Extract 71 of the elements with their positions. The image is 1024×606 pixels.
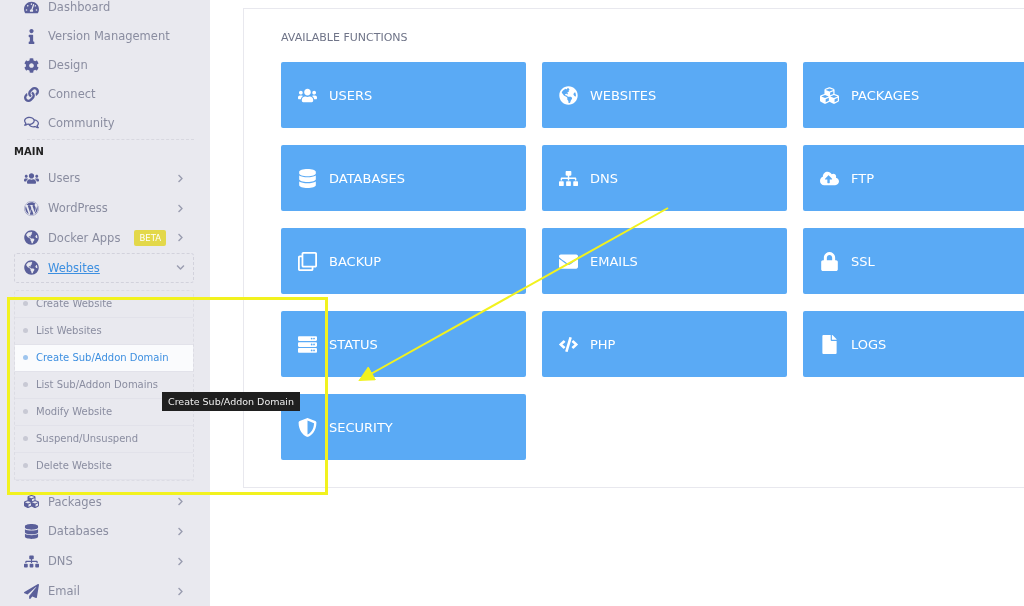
- function-tile[interactable]: FTP: [803, 145, 1024, 211]
- sidebar-item[interactable]: DNS: [14, 546, 194, 577]
- sidebar-item[interactable]: Docker Apps BETA: [14, 223, 194, 253]
- item-label: Databases: [48, 524, 110, 539]
- item-label: Docker Apps: [48, 230, 122, 245]
- beta-badge: BETA: [134, 229, 166, 246]
- tooltip: Create Sub/Addon Domain: [162, 392, 300, 411]
- copy-icon: [298, 251, 317, 271]
- submenu-item[interactable]: List Sub/Addon Domains: [15, 371, 163, 398]
- item-label: Design: [48, 58, 89, 73]
- sidebar-item[interactable]: Databases: [14, 516, 194, 547]
- function-tile[interactable]: USERS: [281, 62, 526, 128]
- sidebar-item[interactable]: Version Management: [14, 21, 194, 51]
- submenu-item[interactable]: Delete Website: [15, 452, 116, 479]
- dashboard-icon: [22, 0, 40, 15]
- submenu-item[interactable]: Suspend/Unsuspend: [15, 425, 143, 452]
- sidebar-item[interactable]: WordPress: [14, 193, 194, 224]
- globe-icon: [22, 230, 40, 246]
- function-tile[interactable]: EMAILS: [542, 228, 787, 294]
- code-icon: [559, 334, 578, 354]
- sitemap-icon: [22, 553, 40, 569]
- comments-icon: [22, 115, 40, 131]
- item-label: Packages: [48, 494, 103, 509]
- sidebar-item[interactable]: Websites: [14, 252, 194, 283]
- item-label: DNS: [48, 554, 74, 569]
- sidebar-item[interactable]: Packages: [14, 486, 194, 517]
- lock-icon: [820, 251, 839, 271]
- function-tile[interactable]: PHP: [542, 311, 787, 377]
- function-tile[interactable]: SSL: [803, 228, 1024, 294]
- cubes-icon: [22, 494, 40, 510]
- item-label: Community: [48, 115, 116, 130]
- item-label: Users: [48, 171, 82, 186]
- item-label: WordPress: [48, 201, 109, 216]
- link-icon: [22, 86, 40, 102]
- globe-icon: [559, 85, 578, 105]
- function-tile[interactable]: LOGS: [803, 311, 1024, 377]
- sidebar-item[interactable]: Design: [14, 50, 194, 80]
- item-label: Version Management: [48, 29, 171, 44]
- function-tile[interactable]: STATUS: [281, 311, 526, 377]
- database-icon: [298, 168, 317, 188]
- function-tile[interactable]: DNS: [542, 145, 787, 211]
- item-label: Dashboard: [48, 0, 112, 15]
- sidebar-item[interactable]: Email: [14, 576, 194, 606]
- item-label: Connect: [48, 87, 97, 102]
- settings-icon: [22, 57, 40, 73]
- sidebar-item[interactable]: Connect: [14, 79, 194, 109]
- submenu-item[interactable]: List Websites: [15, 317, 106, 344]
- sidebar-item[interactable]: Community: [14, 108, 194, 138]
- section-title: MAIN: [14, 145, 45, 160]
- server-icon: [298, 334, 317, 354]
- item-label: Websites: [48, 260, 101, 275]
- database-icon: [22, 523, 40, 539]
- submenu-item[interactable]: Create Sub/Addon Domain: [15, 344, 193, 371]
- function-tile[interactable]: PACKAGES: [803, 62, 1024, 128]
- file-icon: [820, 334, 839, 354]
- wordpress-icon: [22, 200, 40, 216]
- shield-icon: [298, 417, 317, 437]
- sidebar-item[interactable]: Dashboard: [14, 0, 194, 22]
- item-label: Email: [48, 584, 81, 599]
- cubes-icon: [820, 85, 839, 105]
- users-icon: [22, 170, 40, 186]
- function-tile[interactable]: DATABASES: [281, 145, 526, 211]
- sidebar-item[interactable]: Users: [14, 163, 194, 194]
- sitemap-icon: [559, 168, 578, 188]
- function-tile[interactable]: BACKUP: [281, 228, 526, 294]
- section-heading: AVAILABLE FUNCTIONS: [281, 31, 409, 45]
- submenu-item[interactable]: Modify Website: [15, 398, 117, 425]
- function-tile[interactable]: WEBSITES: [542, 62, 787, 128]
- globe-icon: [22, 260, 40, 276]
- envelope-icon: [559, 251, 578, 271]
- paper-plane-icon: [22, 583, 40, 599]
